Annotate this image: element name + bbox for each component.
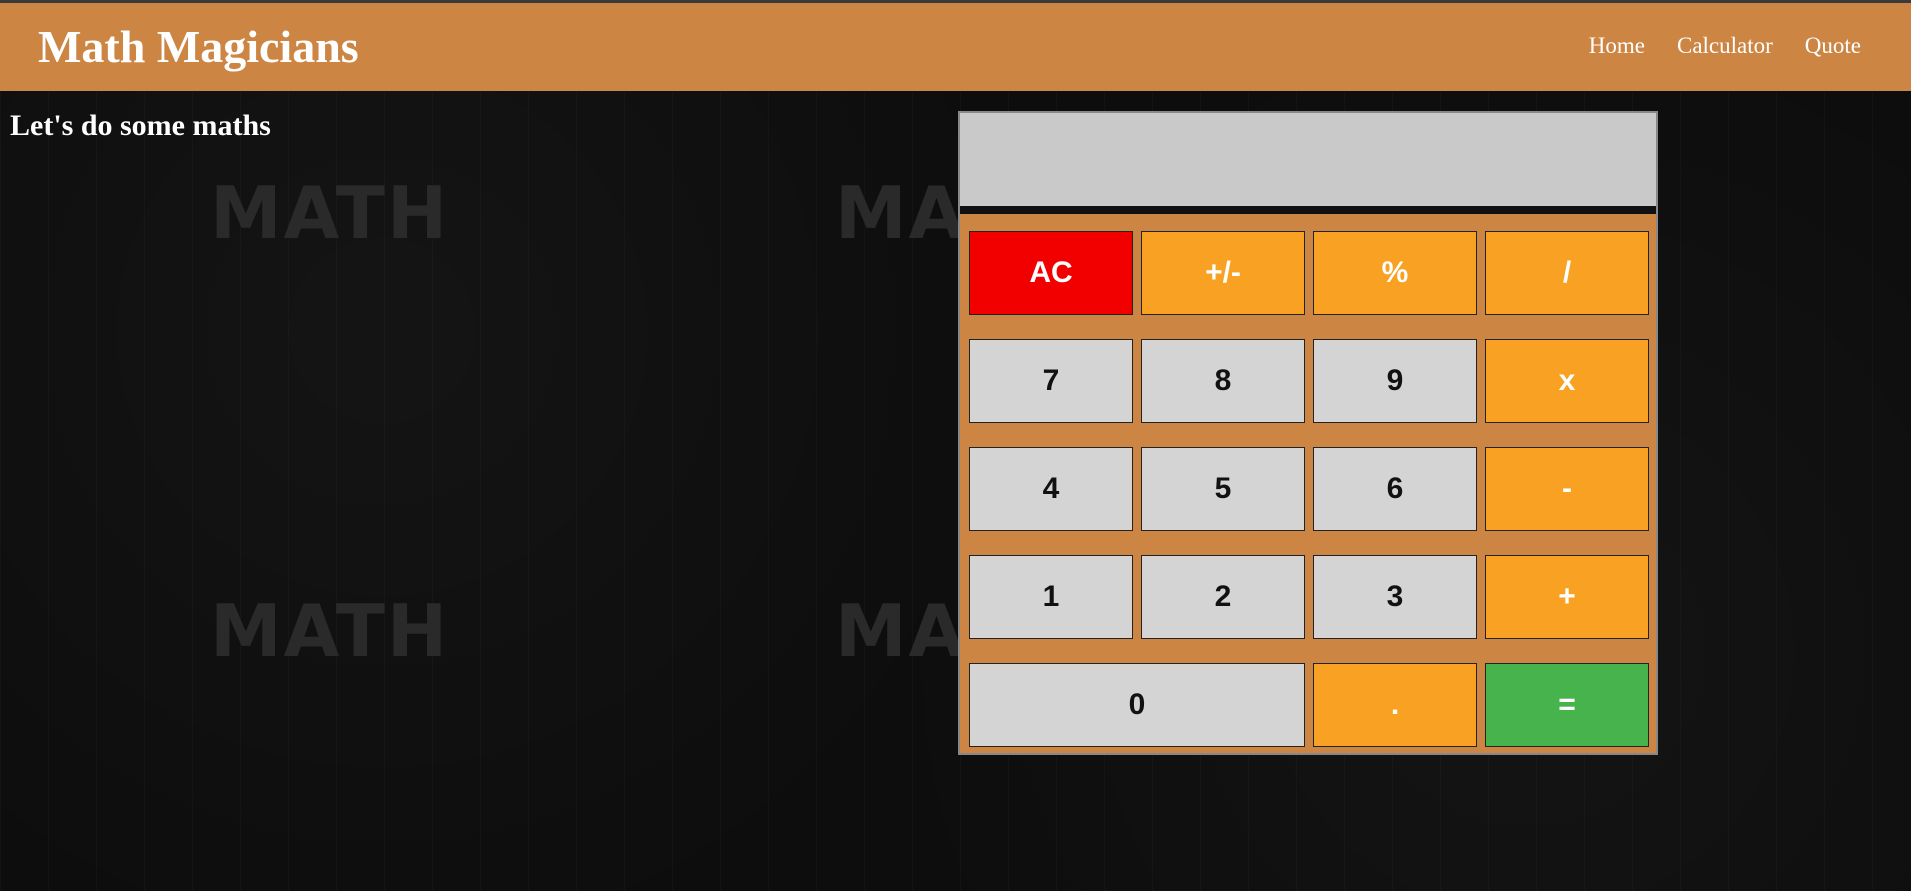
digit-3-button[interactable]: 3 xyxy=(1313,555,1477,639)
bg-watermark-text: MATH xyxy=(210,589,450,673)
multiply-button[interactable]: x xyxy=(1485,339,1649,423)
calculator: AC +/- % / 7 8 9 x 4 5 6 - 1 2 3 + 0 . = xyxy=(958,111,1658,755)
digit-0-button[interactable]: 0 xyxy=(969,663,1305,747)
equals-button[interactable]: = xyxy=(1485,663,1649,747)
bg-watermark-text: MATH xyxy=(210,171,450,255)
digit-1-button[interactable]: 1 xyxy=(969,555,1133,639)
nav-link-home[interactable]: Home xyxy=(1589,33,1645,59)
digit-5-button[interactable]: 5 xyxy=(1141,447,1305,531)
site-header: Math Magicians Home Calculator Quote xyxy=(0,3,1911,91)
page-heading: Let's do some maths xyxy=(10,109,271,142)
divide-button[interactable]: / xyxy=(1485,231,1649,315)
percent-button[interactable]: % xyxy=(1313,231,1477,315)
decimal-point-button[interactable]: . xyxy=(1313,663,1477,747)
calculator-display xyxy=(960,113,1656,214)
digit-4-button[interactable]: 4 xyxy=(969,447,1133,531)
digit-2-button[interactable]: 2 xyxy=(1141,555,1305,639)
subtract-button[interactable]: - xyxy=(1485,447,1649,531)
digit-8-button[interactable]: 8 xyxy=(1141,339,1305,423)
add-button[interactable]: + xyxy=(1485,555,1649,639)
digit-6-button[interactable]: 6 xyxy=(1313,447,1477,531)
calculator-keypad: AC +/- % / 7 8 9 x 4 5 6 - 1 2 3 + 0 . = xyxy=(969,231,1650,747)
digit-9-button[interactable]: 9 xyxy=(1313,339,1477,423)
all-clear-button[interactable]: AC xyxy=(969,231,1133,315)
nav-link-calculator[interactable]: Calculator xyxy=(1677,33,1773,59)
nav-link-quote[interactable]: Quote xyxy=(1805,33,1861,59)
site-logo-title: Math Magicians xyxy=(38,21,359,72)
main-nav: Home Calculator Quote xyxy=(1589,33,1861,59)
toggle-sign-button[interactable]: +/- xyxy=(1141,231,1305,315)
digit-7-button[interactable]: 7 xyxy=(969,339,1133,423)
